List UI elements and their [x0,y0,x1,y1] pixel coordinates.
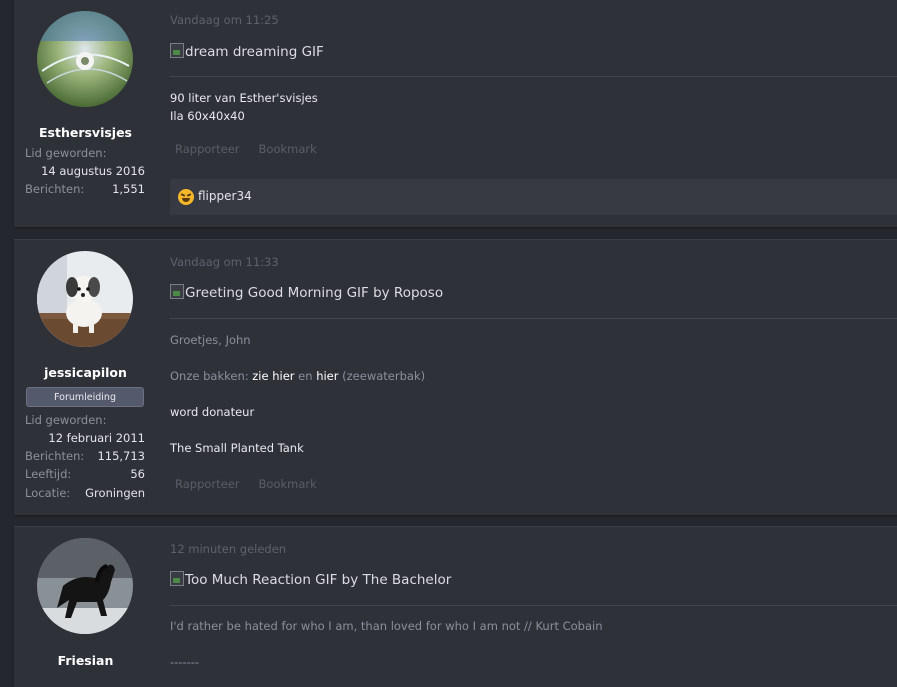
signature-divider [170,605,897,606]
gif-image: Greeting Good Morning GIF by Roposo [170,284,443,301]
stat-label: Leeftijd: [25,467,72,481]
forum-link[interactable]: The Small Planted Tank [170,441,304,455]
tanks-label: Onze bakken: [170,369,249,383]
tank-note: (zeewaterbak) [342,369,426,383]
post: Friesian 12 minuten geleden Too Much Rea… [14,526,897,687]
tank-link[interactable]: hier [316,369,338,383]
donor-link[interactable]: word donateur [170,405,254,419]
signature-line: Ila 60x40x40 [170,109,245,123]
stat-value: Groningen [85,486,145,500]
post-timestamp[interactable]: Vandaag om 11:25 [170,13,279,27]
signature-tanks: Onze bakken: zie hier en hier (zeewaterb… [170,369,425,383]
signature-separator: ------- [170,655,200,669]
bookmark-link[interactable]: Bookmark [259,142,317,156]
stat-label: Locatie: [25,486,71,500]
signature-greeting: Groetjes, John [170,333,251,347]
stat-label: Lid geworden: [25,146,107,160]
post-timestamp[interactable]: 12 minuten geleden [170,542,286,556]
stat-label: Berichten: [25,182,85,196]
avatar[interactable] [37,251,133,347]
stat-label: Berichten: [25,449,85,463]
stat-value: 1,551 [112,182,145,196]
stat-label: Lid geworden: [25,413,107,427]
signature-divider [170,76,897,77]
avatar[interactable] [37,538,133,634]
role-badge: Forumleiding [26,387,144,407]
bookmark-link[interactable]: Bookmark [259,477,317,491]
gif-alt-text: Too Much Reaction GIF by The Bachelor [185,572,452,588]
gif-image: dream dreaming GIF [170,43,324,60]
stat-value: 12 februari 2011 [48,431,145,445]
avatar[interactable] [37,11,133,107]
reaction-user[interactable]: flipper34 [198,189,252,203]
stat-value: 56 [130,467,145,481]
gif-image: Too Much Reaction GIF by The Bachelor [170,571,451,588]
username[interactable]: jessicapilon [14,365,157,380]
gif-alt-text: Greeting Good Morning GIF by Roposo [185,285,444,301]
username[interactable]: Esthersvisjes [14,125,157,140]
tank-link[interactable]: zie hier [252,369,294,383]
stat-value: 14 augustus 2016 [41,164,145,178]
post-actions: Rapporteer Bookmark [170,477,331,491]
post: jessicapilon Forumleiding Lid geworden: … [14,239,897,515]
gif-alt-text: dream dreaming GIF [185,44,324,60]
post-timestamp[interactable]: Vandaag om 11:33 [170,255,279,269]
post: Esthersvisjes Lid geworden: 14 augustus … [14,0,897,227]
signature-line: 90 liter van Esther'svisjes [170,91,318,105]
username[interactable]: Friesian [14,653,157,668]
stat-value: 115,713 [97,449,145,463]
laughing-emoji-icon [178,189,194,205]
broken-image-icon [170,571,184,586]
signature-divider [170,318,897,319]
report-link[interactable]: Rapporteer [175,142,240,156]
signature-quote: I'd rather be hated for who I am, than l… [170,619,603,633]
post-actions: Rapporteer Bookmark [170,142,331,156]
conjunction: en [298,369,313,383]
broken-image-icon [170,43,184,58]
broken-image-icon [170,284,184,299]
reactions-bar[interactable]: flipper34 [170,179,897,215]
report-link[interactable]: Rapporteer [175,477,240,491]
